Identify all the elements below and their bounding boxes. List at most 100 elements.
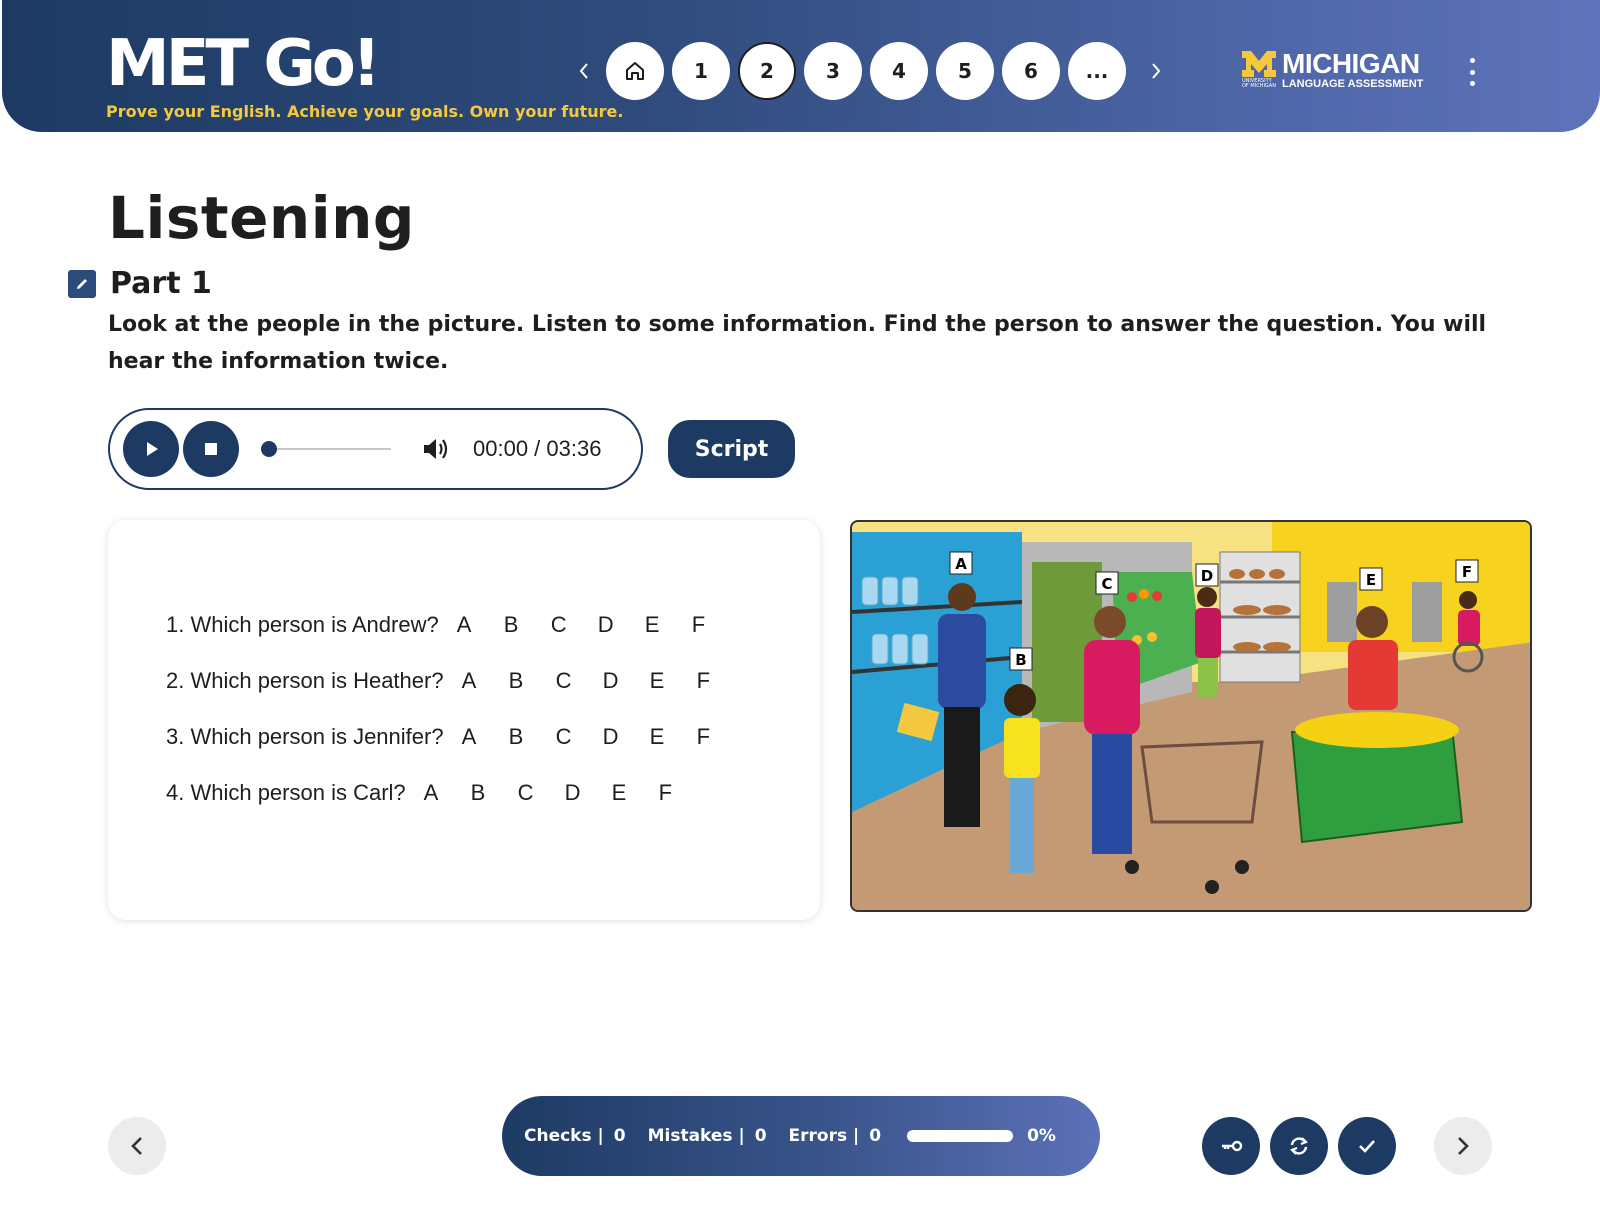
refresh-icon — [1290, 1137, 1308, 1155]
question-row: 4. Which person is Carl? A B C D E F — [166, 780, 706, 806]
answer-option-e[interactable]: E — [612, 780, 659, 806]
question-text: 1. Which person is Andrew? — [166, 612, 439, 637]
speaker-icon — [424, 439, 448, 459]
answer-option-a[interactable]: A — [462, 668, 509, 694]
svg-text:D: D — [1201, 567, 1213, 585]
key-icon — [1222, 1140, 1243, 1152]
play-icon — [147, 442, 158, 456]
chevron-left-icon — [579, 63, 588, 79]
answer-option-e[interactable]: E — [645, 612, 692, 638]
answer-option-c[interactable]: C — [518, 780, 565, 806]
seek-track — [265, 448, 391, 450]
question-text: 3. Which person is Jennifer? — [166, 724, 444, 749]
picture-label-e: E — [1359, 567, 1383, 591]
errors-value: 0 — [869, 1126, 882, 1146]
mistakes-value: 0 — [754, 1126, 767, 1146]
pager-page-1[interactable]: 1 — [672, 42, 730, 100]
answer-option-a[interactable]: A — [457, 612, 504, 638]
answer-option-d[interactable]: D — [565, 780, 612, 806]
volume-button[interactable] — [421, 434, 451, 464]
chevron-right-icon — [1458, 1137, 1469, 1155]
answer-option-f[interactable]: F — [697, 724, 744, 750]
answer-option-d[interactable]: D — [598, 612, 645, 638]
answer-option-b[interactable]: B — [504, 612, 551, 638]
answer-option-f[interactable]: F — [697, 668, 744, 694]
check-answers-button[interactable] — [1338, 1117, 1396, 1175]
instructions-text: Look at the people in the picture. Liste… — [108, 312, 1487, 374]
answer-option-b[interactable]: B — [509, 724, 556, 750]
previous-button[interactable] — [108, 1117, 166, 1175]
answer-option-f[interactable]: F — [692, 612, 739, 638]
seek-knob[interactable] — [261, 441, 277, 457]
top-header: MET Go! Prove your English. Achieve your… — [2, 0, 1600, 132]
next-button[interactable] — [1434, 1117, 1492, 1175]
answer-option-c[interactable]: C — [556, 724, 603, 750]
audio-seek-slider[interactable] — [261, 440, 391, 458]
pager-more[interactable]: ... — [1068, 42, 1126, 100]
more-menu-button[interactable] — [1464, 58, 1480, 86]
svg-text:C: C — [1101, 575, 1112, 593]
pager-next-button[interactable] — [1134, 41, 1178, 101]
brand-tagline: Prove your English. Achieve your goals. … — [106, 102, 624, 121]
pager-prev-button[interactable] — [562, 41, 606, 101]
errors-stat: Errors | 0 — [789, 1126, 882, 1146]
picture-label-f: F — [1455, 559, 1479, 583]
checks-label: Checks | — [524, 1126, 604, 1146]
score-bar: Checks | 0 Mistakes | 0 Errors | 0 0% — [502, 1096, 1100, 1176]
pager-page-3[interactable]: 3 — [804, 42, 862, 100]
pager-page-5[interactable]: 5 — [936, 42, 994, 100]
pager-page-2[interactable]: 2 — [738, 42, 796, 100]
mistakes-label: Mistakes | — [647, 1126, 745, 1146]
pager-home-button[interactable] — [606, 42, 664, 100]
progress-bar — [907, 1130, 1014, 1142]
script-button[interactable]: Script — [668, 420, 795, 478]
svg-text:B: B — [1015, 651, 1026, 669]
answer-option-a[interactable]: A — [424, 780, 471, 806]
answer-option-e[interactable]: E — [650, 668, 697, 694]
answer-option-d[interactable]: D — [603, 724, 650, 750]
answer-option-b[interactable]: B — [471, 780, 518, 806]
answer-option-d[interactable]: D — [603, 668, 650, 694]
kebab-dot-icon — [1469, 81, 1475, 86]
errors-label: Errors | — [788, 1126, 860, 1146]
picture-label-d: D — [1195, 563, 1219, 587]
page-title: Listening — [108, 184, 415, 252]
kebab-dot-icon — [1469, 58, 1475, 63]
stop-icon — [205, 443, 217, 455]
answer-option-b[interactable]: B — [509, 668, 556, 694]
checks-stat: Checks | 0 — [524, 1126, 626, 1146]
michigan-logo: UNIVERSITY OF MICHIGAN MICHIGAN LANGUAGE… — [1242, 50, 1423, 90]
reset-button[interactable] — [1270, 1117, 1328, 1175]
checks-value: 0 — [613, 1126, 626, 1146]
pencil-icon — [68, 269, 96, 298]
pager-page-4[interactable]: 4 — [870, 42, 928, 100]
chevron-right-icon — [1152, 63, 1161, 79]
play-button[interactable] — [123, 421, 179, 477]
show-answers-button[interactable] — [1202, 1117, 1260, 1175]
answer-option-c[interactable]: C — [551, 612, 598, 638]
picture-label-b: B — [1009, 647, 1033, 671]
home-icon — [626, 62, 644, 80]
picture-label-a: A — [949, 551, 973, 575]
mistakes-stat: Mistakes | 0 — [648, 1126, 767, 1146]
question-row: 3. Which person is Jennifer? A B C D E F — [166, 724, 744, 750]
answer-option-e[interactable]: E — [650, 724, 697, 750]
part-heading: Part 1 — [68, 266, 212, 301]
stop-button[interactable] — [183, 421, 239, 477]
page-navigator: 1 2 3 4 5 6 ... — [562, 41, 1178, 101]
question-text: 4. Which person is Carl? — [166, 780, 406, 805]
question-text: 2. Which person is Heather? — [166, 668, 444, 693]
questions-card: 1. Which person is Andrew? A B C D E F 2… — [108, 520, 820, 920]
part-title: Part 1 — [110, 266, 212, 301]
chevron-left-icon — [131, 1137, 142, 1155]
pager-page-6[interactable]: 6 — [1002, 42, 1060, 100]
block-m-icon: UNIVERSITY OF MICHIGAN — [1242, 51, 1276, 89]
audio-time: 00:00 / 03:36 — [473, 436, 602, 461]
answer-option-a[interactable]: A — [462, 724, 509, 750]
answer-option-f[interactable]: F — [659, 780, 706, 806]
answer-option-c[interactable]: C — [556, 668, 603, 694]
picture-label-c: C — [1095, 571, 1119, 595]
logo-tiny-text: UNIVERSITY OF MICHIGAN — [1242, 78, 1276, 89]
question-row: 1. Which person is Andrew? A B C D E F — [166, 612, 739, 638]
progress-percent: 0% — [1027, 1126, 1056, 1146]
